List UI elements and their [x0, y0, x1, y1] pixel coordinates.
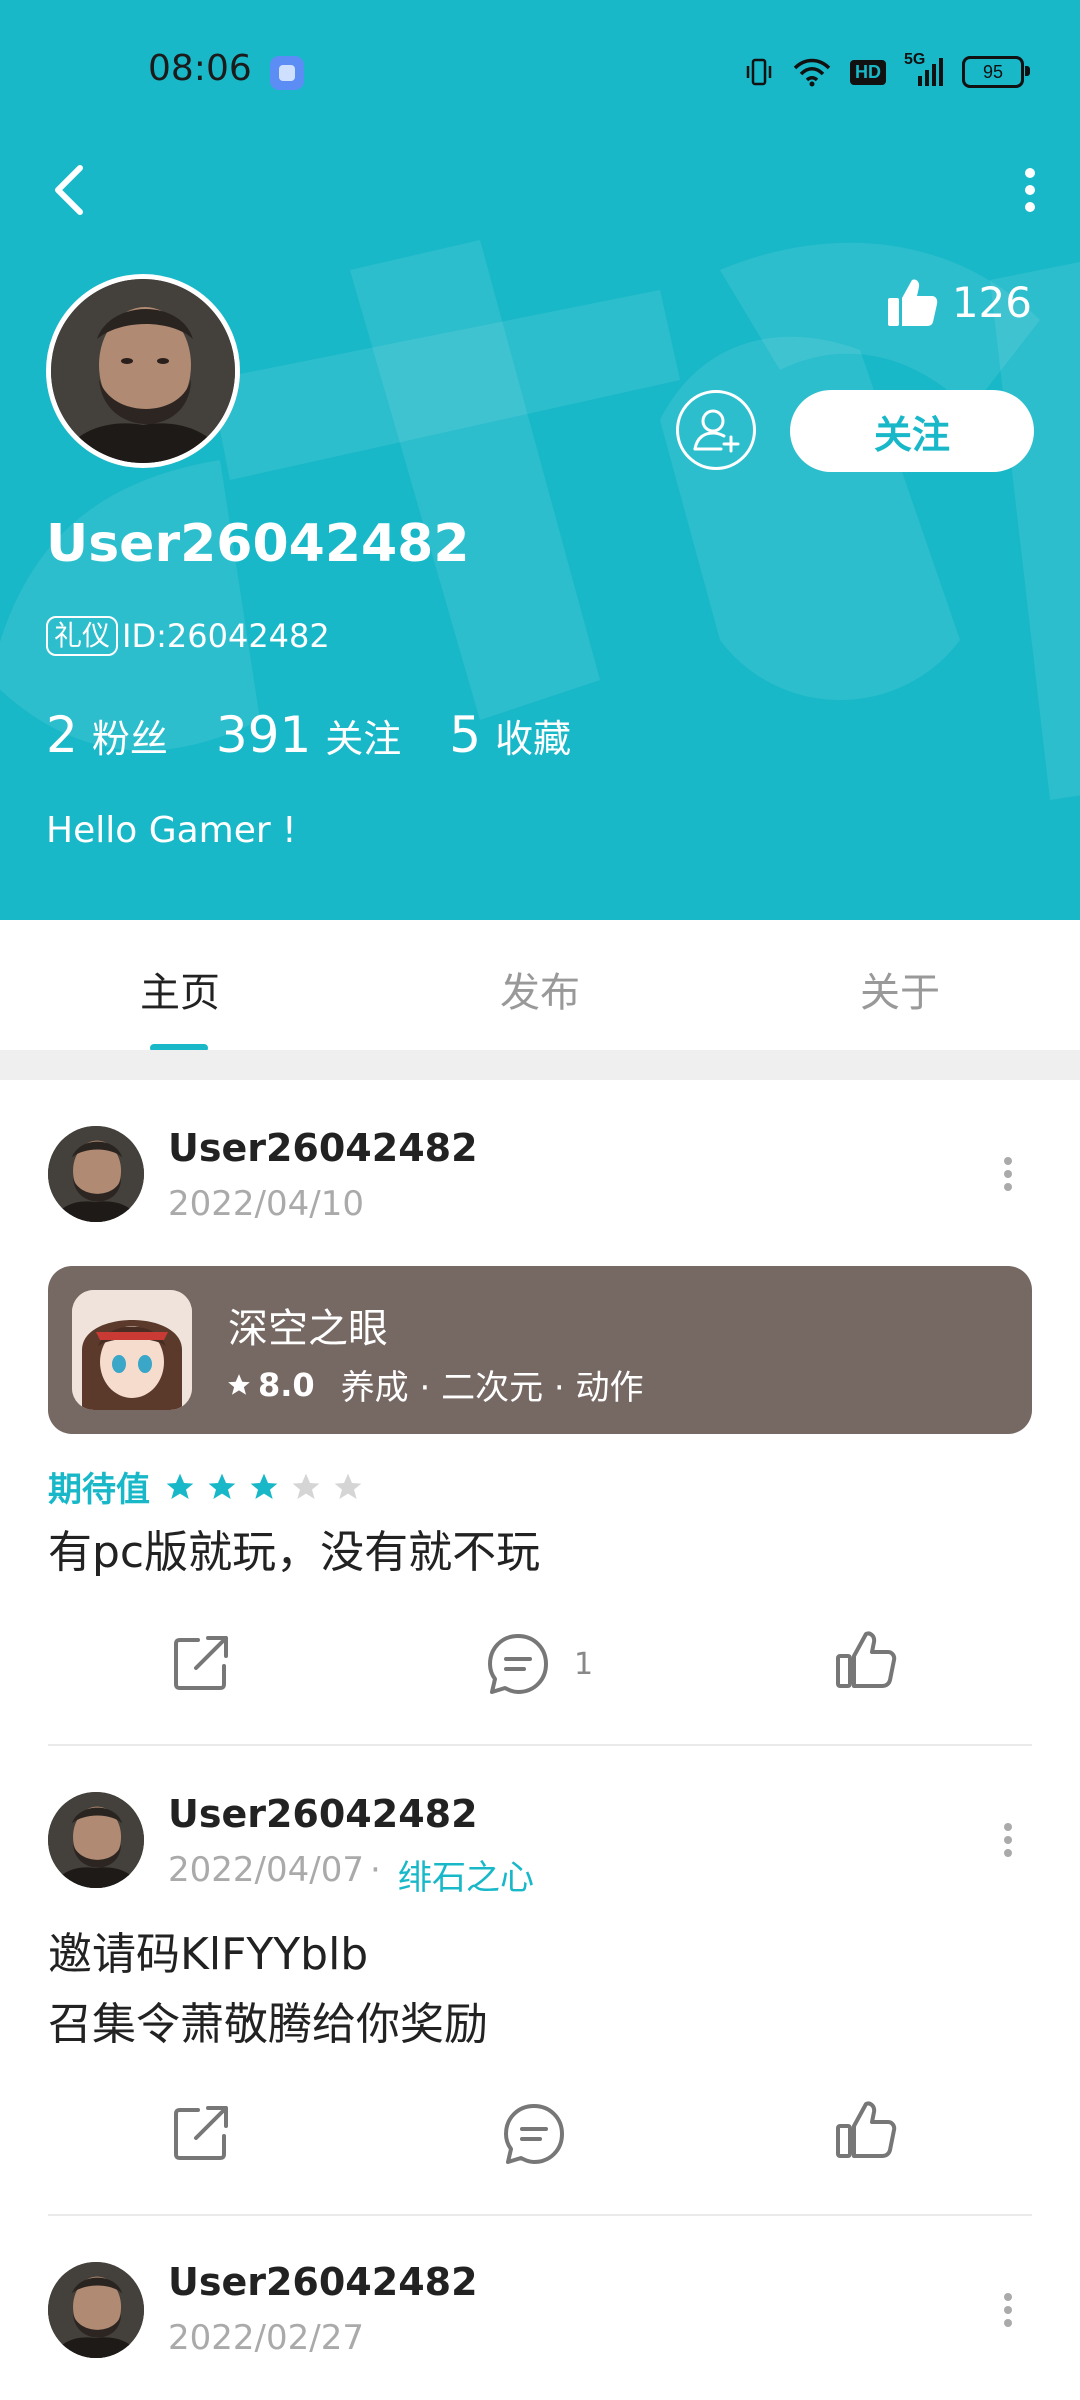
comment-icon: [488, 1634, 548, 1694]
favorites-count[interactable]: 5: [449, 706, 481, 764]
post-author[interactable]: User26042482: [168, 1126, 478, 1170]
game-title: 深空之眼: [228, 1306, 388, 1352]
profile-tabs: 主页 发布 关于: [0, 920, 1080, 1052]
profile-bio: Hello Gamer !: [46, 810, 297, 851]
game-tags: 养成 · 二次元 · 动作: [340, 1368, 644, 1408]
like-icon: [836, 2101, 897, 2158]
star-empty-icon: [334, 1473, 362, 1499]
post-date: 2022/04/10: [168, 1184, 364, 1224]
tab-home[interactable]: 主页: [60, 960, 300, 1018]
likes-count: 126: [951, 277, 1032, 327]
follow-button[interactable]: 关注: [790, 390, 1034, 472]
star-filled-icon: [208, 1473, 236, 1499]
more-vertical-icon: [1004, 1157, 1012, 1191]
star-filled-icon: [250, 1473, 278, 1499]
profile-avatar[interactable]: [46, 274, 240, 468]
etiquette-badge: 礼仪: [46, 616, 119, 656]
status-icons: HD 5G 95: [744, 52, 1030, 92]
favorites-label[interactable]: 收藏: [495, 708, 571, 763]
signal-icon: 5G: [904, 52, 944, 88]
hd-icon: HD: [850, 59, 886, 85]
star-icon: [228, 1373, 250, 1395]
tab-about[interactable]: 关于: [780, 960, 1020, 1018]
more-vertical-icon: [1004, 2293, 1012, 2327]
tag-separator: ·: [370, 1850, 381, 1890]
comment-icon: [504, 2104, 564, 2164]
following-count[interactable]: 391: [216, 706, 311, 764]
section-divider: [0, 1050, 1080, 1080]
post-more-button[interactable]: [988, 2280, 1028, 2340]
rating-stars: [164, 1471, 364, 1503]
more-options-button[interactable]: [1000, 160, 1060, 220]
profile-id: ID:26042482: [122, 617, 330, 655]
more-vertical-icon: [1025, 168, 1035, 212]
like-icon: [836, 1631, 897, 1688]
post-divider: [48, 2214, 1032, 2216]
star-filled-icon: [166, 1473, 194, 1499]
post-author[interactable]: User26042482: [168, 2260, 478, 2304]
network-type: 5G: [904, 51, 926, 68]
share-icon: [174, 1636, 228, 1690]
app-notification-icon: [270, 56, 304, 90]
profile-stats: 2 粉丝 391 关注 5 收藏: [46, 706, 619, 764]
post-divider: [48, 1744, 1032, 1746]
post-author[interactable]: User26042482: [168, 1792, 478, 1836]
star-empty-icon: [292, 1473, 320, 1499]
game-rating: 8.0: [258, 1365, 315, 1404]
post-date: 2022/02/27: [168, 2318, 364, 2358]
post-avatar[interactable]: [48, 1126, 144, 1222]
like-button[interactable]: [834, 2098, 898, 2162]
profile-username: User26042482: [46, 514, 470, 574]
wifi-icon: [792, 57, 832, 87]
comment-button[interactable]: 1: [486, 1632, 593, 1696]
battery-indicator: 95: [962, 56, 1030, 88]
share-icon: [174, 2106, 228, 2160]
game-meta: 8.0 养成 · 二次元 · 动作: [226, 1360, 644, 1409]
post-date: 2022/04/07: [168, 1850, 364, 1890]
rating-label: 期待值: [48, 1470, 150, 1510]
post-text: 有pc版就玩，没有就不玩: [48, 1527, 541, 1578]
post-avatar[interactable]: [48, 2262, 144, 2358]
back-icon: [55, 165, 83, 215]
profile-id-row: 礼仪 ID:26042482: [46, 616, 330, 656]
status-bar: 08:06 HD 5G 95: [0, 0, 1080, 140]
thumbs-up-icon: [887, 279, 938, 326]
post-more-button[interactable]: [988, 1810, 1028, 1870]
post-text-line: 召集令萧敬腾给你奖励: [48, 1999, 488, 2050]
more-vertical-icon: [1004, 1823, 1012, 1857]
like-button[interactable]: [834, 1628, 898, 1692]
post-more-button[interactable]: [988, 1144, 1028, 1204]
status-time: 08:06: [148, 48, 252, 89]
tab-posts[interactable]: 发布: [420, 960, 660, 1018]
profile-likes: 126: [886, 276, 1032, 328]
followers-count[interactable]: 2: [46, 706, 78, 764]
vibrate-icon: [744, 57, 774, 87]
post-text-line: 邀请码KlFYYblb: [48, 1929, 369, 1980]
add-friend-button[interactable]: [676, 390, 756, 470]
share-button[interactable]: [170, 1630, 234, 1694]
game-icon: [72, 1290, 192, 1410]
expectation-rating: 期待值: [48, 1462, 364, 1511]
share-button[interactable]: [170, 2100, 234, 2164]
following-label[interactable]: 关注: [325, 708, 401, 763]
profile-header: 08:06 HD 5G 95 126 关注 User26042482 礼仪 ID…: [0, 0, 1080, 920]
comment-button[interactable]: [502, 2102, 566, 2166]
game-card[interactable]: 深空之眼 8.0 养成 · 二次元 · 动作: [48, 1266, 1032, 1434]
post-avatar[interactable]: [48, 1792, 144, 1888]
back-button[interactable]: [40, 160, 100, 220]
followers-label[interactable]: 粉丝: [92, 708, 168, 763]
comment-count: 1: [574, 1646, 594, 1682]
post-game-tag[interactable]: 绯石之心: [398, 1850, 534, 1899]
add-user-icon: [693, 409, 740, 453]
